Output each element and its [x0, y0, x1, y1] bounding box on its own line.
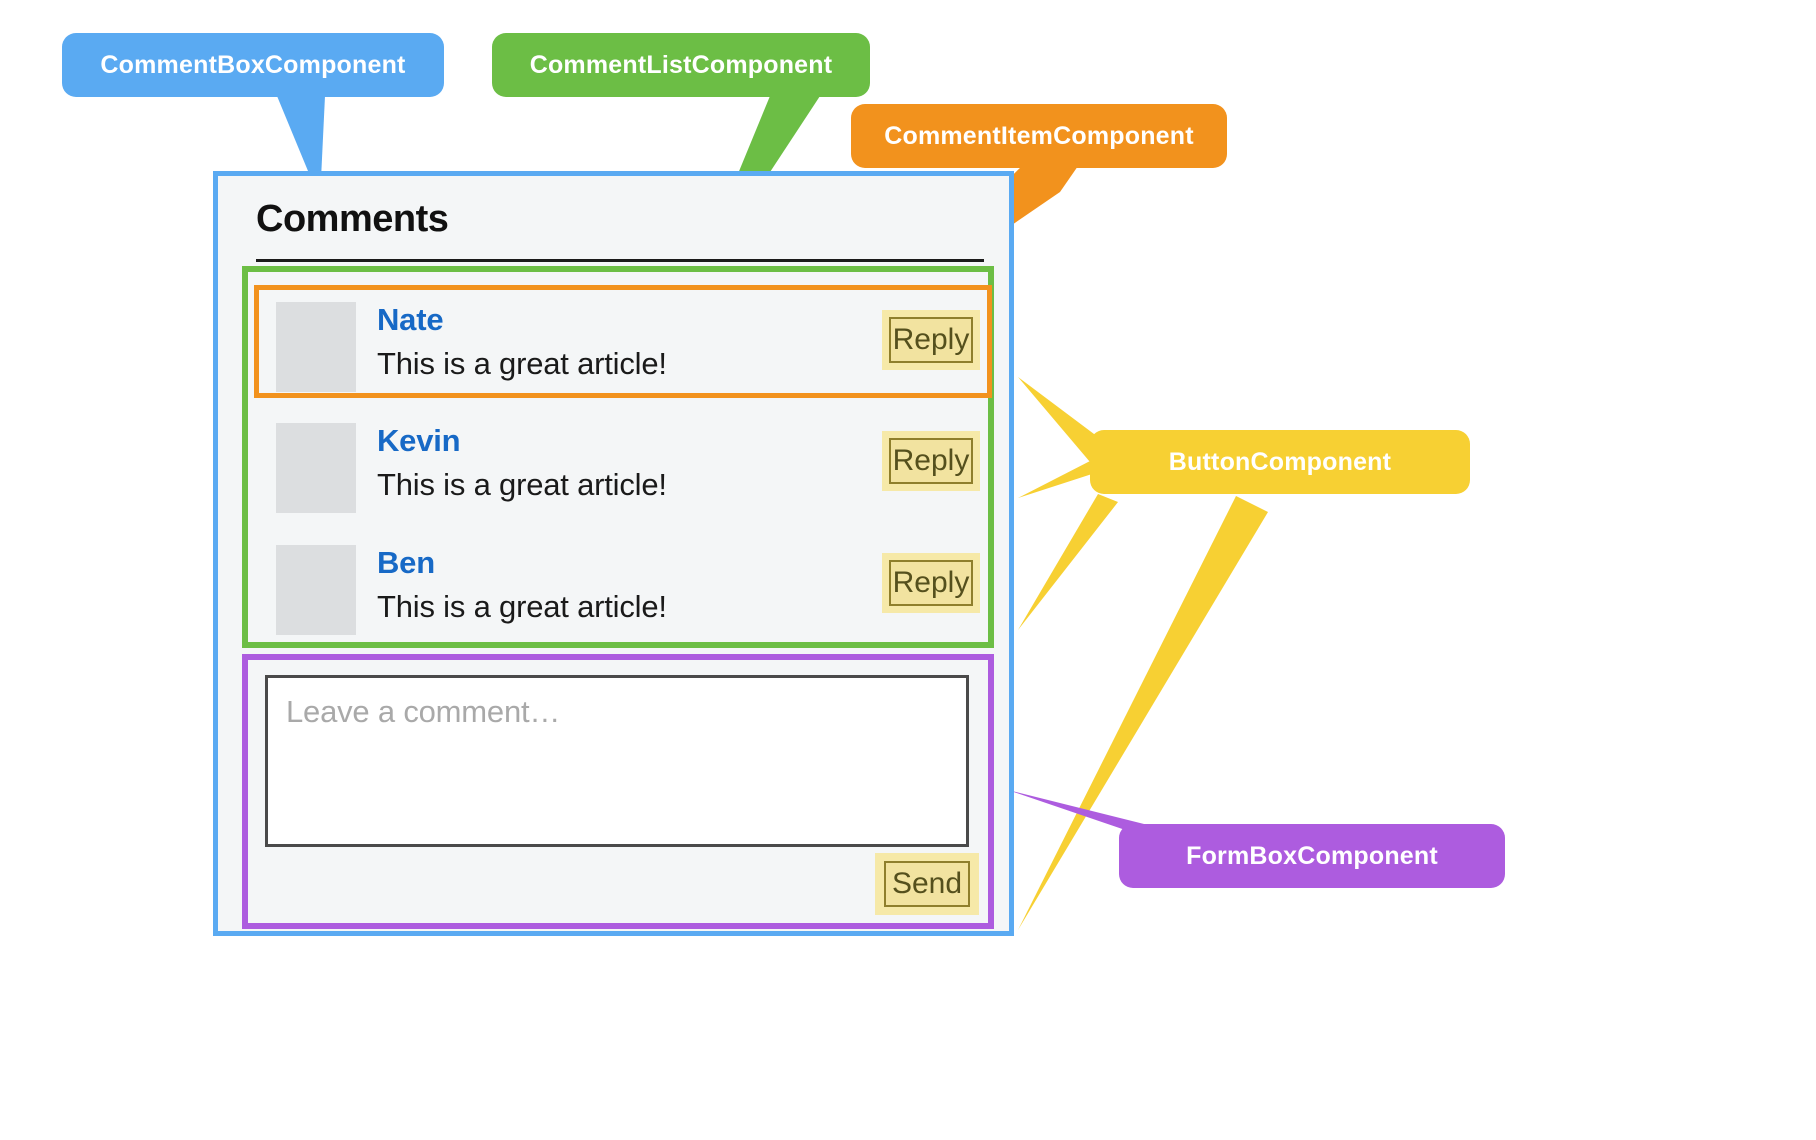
avatar: [276, 423, 356, 513]
button-highlight: Reply: [882, 553, 980, 613]
form-box-component: Send: [242, 654, 994, 929]
annotation-label-button: ButtonComponent: [1090, 430, 1470, 494]
annotation-label-text: CommentItemComponent: [884, 121, 1194, 150]
send-button[interactable]: Send: [884, 861, 970, 907]
button-highlight: Reply: [882, 310, 980, 370]
tail-button-reply-2: [1018, 494, 1118, 630]
annotation-label-comment-list: CommentListComponent: [492, 33, 870, 97]
comment-box-component: Comments Nate This is a great article! R…: [213, 171, 1014, 936]
button-highlight: Reply: [882, 431, 980, 491]
reply-button[interactable]: Reply: [889, 438, 973, 484]
annotation-label-text: FormBoxComponent: [1186, 841, 1438, 870]
avatar: [276, 545, 356, 635]
comment-body: Ben This is a great article!: [377, 541, 667, 629]
reply-button[interactable]: Reply: [889, 317, 973, 363]
list-item: Ben This is a great article! Reply: [254, 528, 992, 641]
annotation-label-text: ButtonComponent: [1168, 447, 1392, 476]
page-title: Comments: [256, 198, 449, 240]
list-item: Kevin This is a great article! Reply: [254, 406, 992, 519]
tail-button-reply-1: [1018, 460, 1092, 498]
comment-body: Nate This is a great article!: [377, 298, 667, 386]
comment-author: Kevin: [377, 423, 461, 458]
comment-author: Nate: [377, 302, 444, 337]
comment-text: This is a great article!: [377, 589, 667, 624]
comment-input[interactable]: [265, 675, 969, 847]
comment-list-component: Nate This is a great article! Reply Kevi…: [242, 266, 994, 648]
comment-author: Ben: [377, 545, 435, 580]
annotation-label-text: CommentListComponent: [529, 50, 833, 79]
heading-divider: [256, 259, 984, 262]
comment-body: Kevin This is a great article!: [377, 419, 667, 507]
button-highlight: Send: [875, 853, 979, 915]
list-item: Nate This is a great article! Reply: [254, 285, 992, 398]
avatar: [276, 302, 356, 392]
comment-text: This is a great article!: [377, 346, 667, 381]
annotation-label-comment-box: CommentBoxComponent: [62, 33, 444, 97]
annotation-label-form-box: FormBoxComponent: [1119, 824, 1505, 888]
comment-text: This is a great article!: [377, 467, 667, 502]
annotation-label-text: CommentBoxComponent: [100, 50, 406, 79]
reply-button[interactable]: Reply: [889, 560, 973, 606]
annotation-label-comment-item: CommentItemComponent: [851, 104, 1227, 168]
